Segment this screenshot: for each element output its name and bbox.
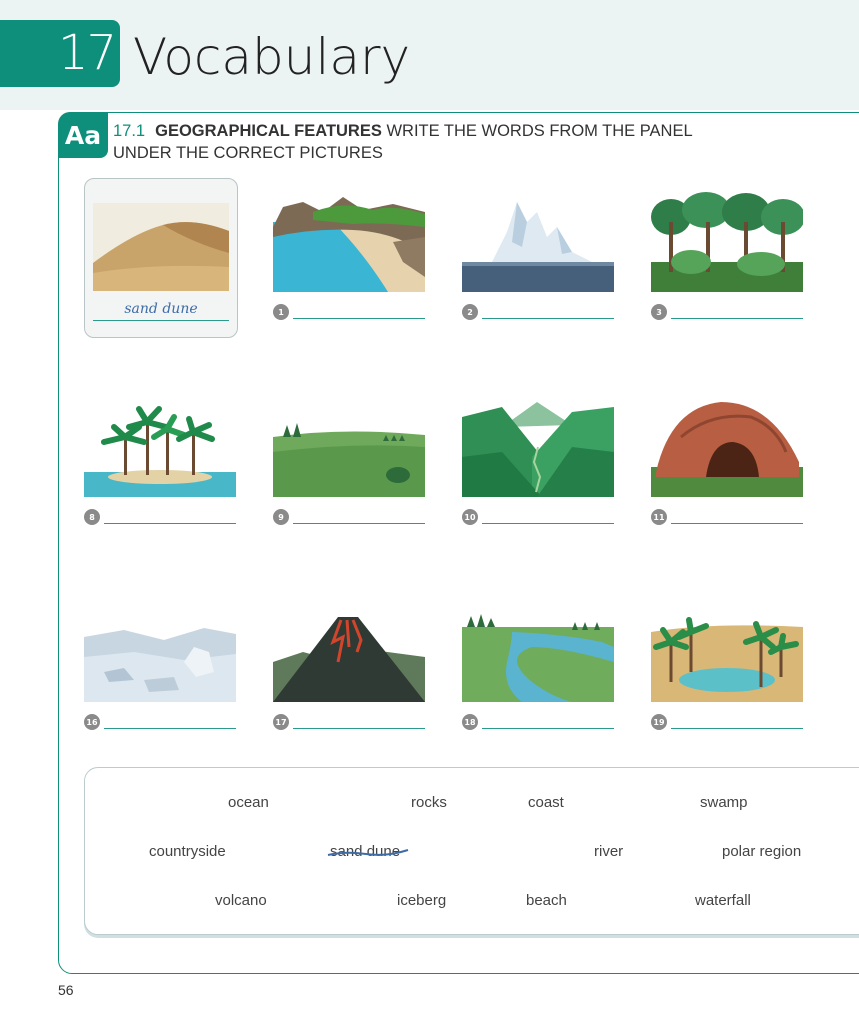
picture-item: 1 [273, 192, 425, 322]
word-coast: coast [528, 794, 564, 811]
jungle-picture [651, 192, 803, 292]
page-number: 56 [58, 982, 74, 998]
answer-line[interactable] [293, 318, 425, 319]
picture-item: 2 [462, 192, 614, 322]
answer-line[interactable] [482, 523, 614, 524]
word-swamp: swamp [700, 794, 748, 811]
item-number: 11 [651, 509, 667, 525]
picture-item: 3 [651, 192, 803, 322]
word-volcano: volcano [215, 892, 267, 909]
answer-line[interactable] [671, 318, 803, 319]
picture-item: 19 [651, 602, 803, 732]
exercise-title: GEOGRAPHICAL FEATURES [155, 122, 382, 140]
sand-dune-picture [93, 203, 229, 291]
answer-line[interactable] [671, 728, 803, 729]
item-number: 3 [651, 304, 667, 320]
item-number: 9 [273, 509, 289, 525]
example-answer: sand dune [124, 301, 198, 317]
word-countryside: countryside [149, 843, 226, 860]
meadow-picture [273, 397, 425, 497]
picture-item: 17 [273, 602, 425, 732]
picture-item: 11 [651, 397, 803, 527]
coastline-picture [273, 192, 425, 292]
picture-item: 18 [462, 602, 614, 732]
volcano-picture [273, 602, 425, 702]
exercise-header: 17.1 GEOGRAPHICAL FEATURES WRITE THE WORD… [113, 120, 693, 164]
iceberg-picture [462, 192, 614, 292]
instruction-line-2: UNDER THE CORRECT PICTURES [113, 144, 383, 162]
chapter-title: Vocabulary [133, 28, 411, 86]
picture-item: 9 [273, 397, 425, 527]
example-card: sand dune [84, 178, 238, 338]
item-number: 2 [462, 304, 478, 320]
word-ocean: ocean [228, 794, 269, 811]
word-polar-region: polar region [722, 843, 802, 860]
word-waterfall: waterfall [695, 892, 751, 909]
item-number: 1 [273, 304, 289, 320]
item-number: 18 [462, 714, 478, 730]
picture-item: 16 [84, 602, 236, 732]
picture-item: 10 [462, 397, 614, 527]
word-rocks: rocks [411, 794, 447, 811]
tropical-island-picture [84, 397, 236, 497]
word-iceberg: iceberg [397, 892, 447, 909]
answer-line[interactable] [482, 728, 614, 729]
word-beach: beach [526, 892, 567, 909]
oasis-picture [651, 602, 803, 702]
answer-line[interactable] [293, 728, 425, 729]
strikethrough-mark [327, 849, 409, 856]
item-number: 19 [651, 714, 667, 730]
vocabulary-badge: Aa [58, 112, 108, 158]
word-river: river [594, 843, 624, 860]
cave-picture [651, 397, 803, 497]
chapter-number: 17 [58, 25, 117, 81]
example-answer-line [93, 320, 229, 321]
page-header-band [0, 0, 859, 110]
item-number: 17 [273, 714, 289, 730]
river-picture [462, 602, 614, 702]
answer-line[interactable] [482, 318, 614, 319]
answer-line[interactable] [104, 523, 236, 524]
item-number: 16 [84, 714, 100, 730]
picture-item: 8 [84, 397, 236, 527]
exercise-number: 17.1 [113, 122, 146, 140]
instruction-line-1: WRITE THE WORDS FROM THE PANEL [386, 122, 693, 140]
item-number: 10 [462, 509, 478, 525]
valley-picture [462, 397, 614, 497]
polar-landscape-picture [84, 602, 236, 702]
answer-line[interactable] [104, 728, 236, 729]
answer-line[interactable] [671, 523, 803, 524]
answer-line[interactable] [293, 523, 425, 524]
item-number: 8 [84, 509, 100, 525]
